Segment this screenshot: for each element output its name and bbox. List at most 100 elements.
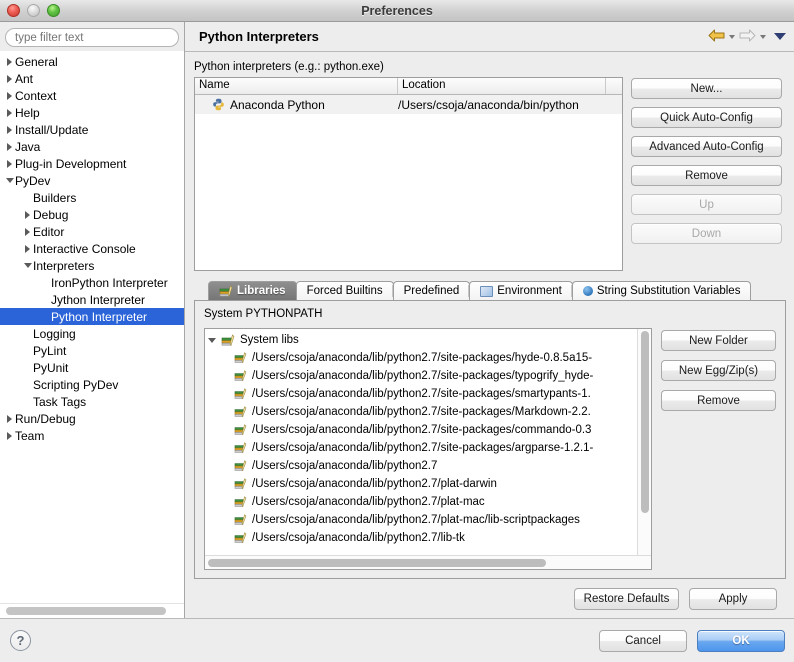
chevron-right-icon bbox=[4, 91, 15, 100]
library-path-item[interactable]: /Users/csoja/anaconda/lib/python2.7/site… bbox=[205, 349, 637, 367]
tab-environment[interactable]: Environment bbox=[469, 281, 573, 300]
library-icon bbox=[234, 460, 247, 472]
sidebar-item-label: IronPython Interpreter bbox=[51, 275, 168, 290]
lib-new-folder-button[interactable]: New Folder bbox=[661, 330, 776, 351]
advanced-auto-config-button[interactable]: Advanced Auto-Config bbox=[631, 136, 782, 157]
forward-dropdown-icon[interactable] bbox=[760, 34, 766, 39]
filter-input[interactable] bbox=[5, 28, 179, 47]
table-column-header[interactable]: Name bbox=[195, 78, 398, 94]
libraries-horizontal-scrollbar[interactable] bbox=[205, 555, 651, 569]
library-path-item[interactable]: /Users/csoja/anaconda/lib/python2.7/site… bbox=[205, 421, 637, 439]
library-icon bbox=[234, 532, 247, 544]
sidebar-item-java[interactable]: Java bbox=[0, 138, 184, 155]
sidebar-item-task-tags[interactable]: Task Tags bbox=[0, 393, 184, 410]
libraries-root-item[interactable]: System libs bbox=[205, 331, 637, 349]
library-path-item[interactable]: /Users/csoja/anaconda/lib/python2.7/site… bbox=[205, 403, 637, 421]
sidebar-item-editor[interactable]: Editor bbox=[0, 223, 184, 240]
cancel-button[interactable]: Cancel bbox=[599, 629, 687, 652]
sidebar-scroll-thumb[interactable] bbox=[6, 607, 166, 615]
sidebar-item-ant[interactable]: Ant bbox=[0, 70, 184, 87]
help-button[interactable]: ? bbox=[10, 630, 31, 651]
view-menu-chevron-icon[interactable] bbox=[774, 33, 786, 40]
library-path-item[interactable]: /Users/csoja/anaconda/lib/python2.7/site… bbox=[205, 385, 637, 403]
sidebar-item-pyunit[interactable]: PyUnit bbox=[0, 359, 184, 376]
chevron-right-icon bbox=[4, 431, 15, 440]
remove-button[interactable]: Remove bbox=[631, 165, 782, 186]
sidebar-item-help[interactable]: Help bbox=[0, 104, 184, 121]
sidebar-item-label: Scripting PyDev bbox=[33, 377, 119, 392]
sidebar-item-label: Task Tags bbox=[33, 394, 87, 409]
library-path-text: /Users/csoja/anaconda/lib/python2.7 bbox=[252, 460, 438, 472]
library-path-item[interactable]: /Users/csoja/anaconda/lib/python2.7/plat… bbox=[205, 475, 637, 493]
ok-button[interactable]: OK bbox=[697, 629, 785, 652]
libraries-tree[interactable]: System libs/Users/csoja/anaconda/lib/pyt… bbox=[205, 329, 637, 555]
sidebar-item-debug[interactable]: Debug bbox=[0, 206, 184, 223]
table-column-header[interactable] bbox=[606, 78, 622, 94]
sidebar-item-python-interpreter[interactable]: Python Interpreter bbox=[0, 308, 184, 325]
sidebar-item-label: PyDev bbox=[15, 173, 51, 188]
library-path-item[interactable]: /Users/csoja/anaconda/lib/python2.7/plat… bbox=[205, 511, 637, 529]
sidebar-item-context[interactable]: Context bbox=[0, 87, 184, 104]
library-path-item[interactable]: /Users/csoja/anaconda/lib/python2.7 bbox=[205, 457, 637, 475]
sidebar-item-scripting-pydev[interactable]: Scripting PyDev bbox=[0, 376, 184, 393]
tab-predefined[interactable]: Predefined bbox=[392, 281, 471, 300]
apply-button-row: Restore Defaults Apply bbox=[194, 579, 786, 618]
sidebar-item-install-update[interactable]: Install/Update bbox=[0, 121, 184, 138]
library-path-item[interactable]: /Users/csoja/anaconda/lib/python2.7/site… bbox=[205, 367, 637, 385]
chevron-right-icon bbox=[4, 108, 15, 117]
chevron-down-icon[interactable] bbox=[208, 337, 216, 343]
new-button[interactable]: New... bbox=[631, 78, 782, 99]
libraries-hscroll-thumb[interactable] bbox=[208, 558, 546, 567]
chevron-right-icon bbox=[4, 57, 15, 66]
minimize-button[interactable] bbox=[27, 4, 40, 17]
library-path-item[interactable]: /Users/csoja/anaconda/lib/python2.7/site… bbox=[205, 439, 637, 457]
back-arrow-icon[interactable] bbox=[708, 29, 725, 45]
sidebar-item-general[interactable]: General bbox=[0, 53, 184, 70]
library-icon bbox=[234, 352, 247, 364]
back-dropdown-icon[interactable] bbox=[729, 34, 735, 39]
sidebar-item-ironpython-interpreter[interactable]: IronPython Interpreter bbox=[0, 274, 184, 291]
sidebar-item-jython-interpreter[interactable]: Jython Interpreter bbox=[0, 291, 184, 308]
libraries-row: System libs/Users/csoja/anaconda/lib/pyt… bbox=[204, 328, 776, 570]
libraries-tree-box[interactable]: System libs/Users/csoja/anaconda/lib/pyt… bbox=[204, 328, 652, 570]
sidebar-item-interactive-console[interactable]: Interactive Console bbox=[0, 240, 184, 257]
books-icon bbox=[219, 285, 233, 297]
library-path-text: /Users/csoja/anaconda/lib/python2.7/site… bbox=[252, 370, 594, 382]
tab-string-substitution-variables[interactable]: String Substitution Variables bbox=[571, 281, 752, 300]
table-body[interactable]: Anaconda Python/Users/csoja/anaconda/bin… bbox=[195, 95, 622, 270]
window-titlebar: Preferences bbox=[0, 0, 794, 22]
sidebar-horizontal-scrollbar[interactable] bbox=[0, 603, 184, 618]
sidebar-item-pylint[interactable]: PyLint bbox=[0, 342, 184, 359]
sidebar-item-plug-in-development[interactable]: Plug-in Development bbox=[0, 155, 184, 172]
library-icon bbox=[234, 478, 247, 490]
preferences-tree[interactable]: General Ant Context Help Install/Update Java P… bbox=[0, 51, 184, 603]
sidebar-item-builders[interactable]: Builders bbox=[0, 189, 184, 206]
library-path-item[interactable]: /Users/csoja/anaconda/lib/python2.7/lib-… bbox=[205, 529, 637, 547]
sidebar-item-run-debug[interactable]: Run/Debug bbox=[0, 410, 184, 427]
tab-forced-builtins[interactable]: Forced Builtins bbox=[295, 281, 394, 300]
close-button[interactable] bbox=[7, 4, 20, 17]
chevron-right-icon bbox=[22, 210, 33, 219]
down-button: Down bbox=[631, 223, 782, 244]
library-path-item[interactable]: /Users/csoja/anaconda/lib/python2.7/plat… bbox=[205, 493, 637, 511]
table-row[interactable]: Anaconda Python/Users/csoja/anaconda/bin… bbox=[195, 95, 622, 114]
interpreters-table[interactable]: Name Location Anaconda Python/Users/csoja… bbox=[194, 77, 623, 271]
sidebar-item-team[interactable]: Team bbox=[0, 427, 184, 444]
window-controls bbox=[7, 4, 60, 17]
libraries-vertical-scrollbar[interactable] bbox=[637, 329, 651, 555]
sidebar-item-label: Jython Interpreter bbox=[51, 292, 146, 307]
library-icon bbox=[234, 496, 247, 508]
tab-libraries[interactable]: Libraries bbox=[208, 281, 297, 300]
restore-defaults-button[interactable]: Restore Defaults bbox=[574, 588, 679, 610]
zoom-button[interactable] bbox=[47, 4, 60, 17]
table-column-header[interactable]: Location bbox=[398, 78, 606, 94]
library-icon bbox=[234, 370, 247, 382]
sidebar-item-logging[interactable]: Logging bbox=[0, 325, 184, 342]
sidebar-item-pydev[interactable]: PyDev bbox=[0, 172, 184, 189]
libraries-vscroll-thumb[interactable] bbox=[640, 331, 649, 513]
lib-remove-button[interactable]: Remove bbox=[661, 390, 776, 411]
apply-button[interactable]: Apply bbox=[689, 588, 777, 610]
lib-new-egg-zip-s-button[interactable]: New Egg/Zip(s) bbox=[661, 360, 776, 381]
sidebar-item-interpreters[interactable]: Interpreters bbox=[0, 257, 184, 274]
quick-auto-config-button[interactable]: Quick Auto-Config bbox=[631, 107, 782, 128]
